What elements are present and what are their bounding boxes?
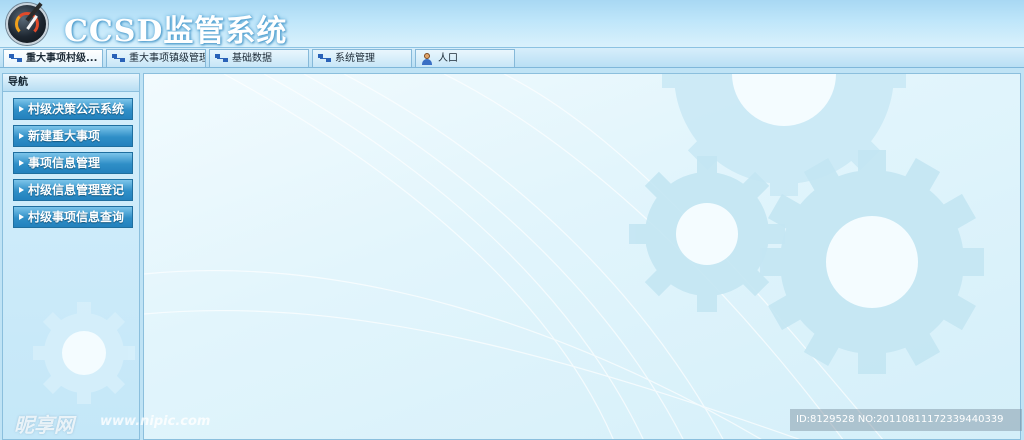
app-title: CCSD监管系统 xyxy=(64,14,288,49)
gears-background-icon xyxy=(144,74,984,439)
tab-label: 基础数据 xyxy=(232,53,272,64)
tree-icon xyxy=(318,54,332,63)
nav-item-village-decision-publicity[interactable]: 村级决策公示系统 xyxy=(13,98,133,120)
module-tab-bar: 重大事项村级... 重大事项镇级管理 基础数据 系统管理 人口 xyxy=(0,48,1024,68)
tab-system-management[interactable]: 系统管理 xyxy=(312,49,412,67)
nav-item-village-matter-query[interactable]: 村级事项信息查询 xyxy=(13,206,133,228)
speedometer-logo-icon xyxy=(6,2,48,45)
nav-item-village-info-registration[interactable]: 村级信息管理登记 xyxy=(13,179,133,201)
sidebar-heading: 导航 xyxy=(3,74,139,92)
tab-label: 重大事项村级... xyxy=(26,53,98,64)
tree-icon xyxy=(9,54,23,63)
tab-village-major-matters[interactable]: 重大事项村级... xyxy=(3,49,103,67)
tree-icon xyxy=(215,54,229,63)
tree-icon xyxy=(112,54,126,63)
navigation-sidebar: 导航 村级决策公示系统 新建重大事项 事项信息管理 村级信息管理登记 村级事项信… xyxy=(2,73,140,440)
app-header: CCSD监管系统 xyxy=(0,0,1024,49)
tab-label: 系统管理 xyxy=(335,53,375,64)
nav-item-matter-info-management[interactable]: 事项信息管理 xyxy=(13,152,133,174)
watermark-brand: 昵享网 xyxy=(14,413,74,437)
watermark-url: www.nipic.com xyxy=(100,414,211,429)
user-icon xyxy=(421,53,435,65)
tab-population[interactable]: 人口 xyxy=(415,49,515,67)
tab-town-major-matters[interactable]: 重大事项镇级管理 xyxy=(106,49,206,67)
tab-label: 人口 xyxy=(438,53,458,64)
nav-item-new-major-matter[interactable]: 新建重大事项 xyxy=(13,125,133,147)
tab-label: 重大事项镇级管理 xyxy=(129,53,206,64)
image-id-strip: ID:8129528 NO:20110811172339440339 xyxy=(790,409,1022,431)
gear-decoration-icon xyxy=(33,302,135,404)
tab-basic-data[interactable]: 基础数据 xyxy=(209,49,309,67)
main-content-area xyxy=(143,73,1021,440)
